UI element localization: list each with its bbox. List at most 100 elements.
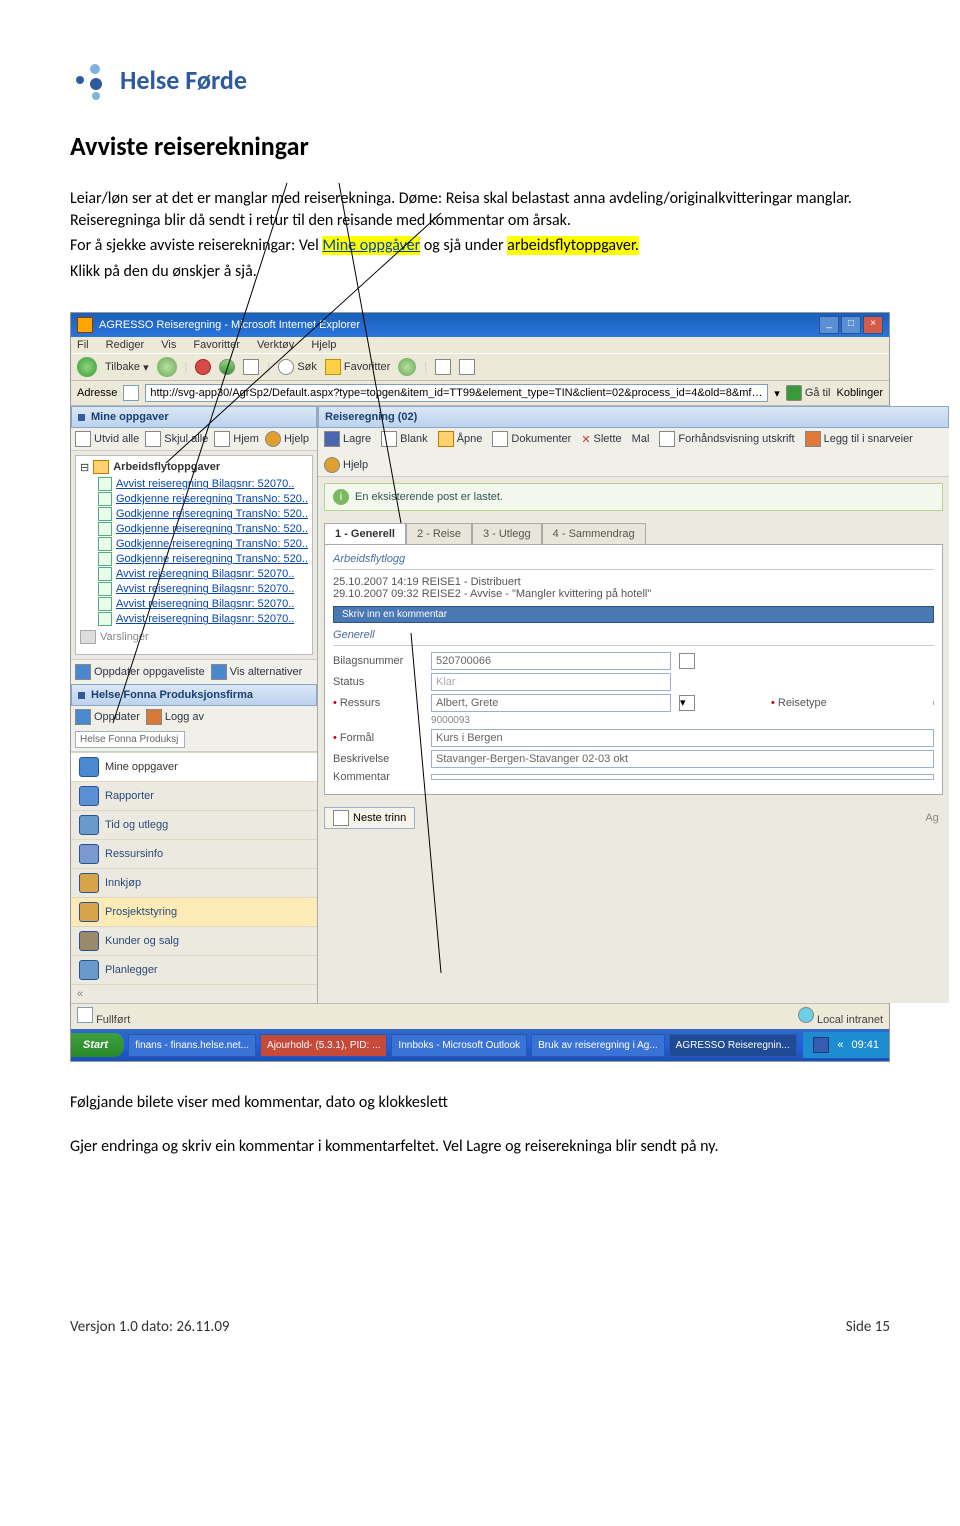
task-item[interactable]: Godkjenne reiseregning TransNo: 520.. bbox=[98, 537, 308, 551]
minimize-button[interactable]: _ bbox=[819, 316, 839, 334]
links-label[interactable]: Koblinger bbox=[837, 387, 883, 399]
go-button[interactable]: Gå til bbox=[786, 385, 831, 401]
back-icon[interactable] bbox=[77, 357, 97, 377]
logo: Helse Førde bbox=[70, 60, 890, 100]
forward-icon[interactable] bbox=[157, 357, 177, 377]
folder-varslinger[interactable]: Varslinger bbox=[80, 630, 308, 644]
skriv-kommentar-button[interactable]: Skriv inn en kommentar bbox=[333, 606, 934, 623]
check-icon bbox=[98, 582, 112, 596]
lookup-icon[interactable] bbox=[679, 653, 695, 669]
search-button[interactable]: Søk bbox=[278, 359, 317, 375]
check-icon bbox=[98, 537, 112, 551]
sidebar-item-innkjop[interactable]: Innkjøp bbox=[71, 868, 317, 897]
tab-generell[interactable]: 1 - Generell bbox=[324, 523, 406, 544]
reiseregning-toolbar: Lagre Blank Åpne Dokumenter ✕Slette Mal … bbox=[318, 428, 949, 477]
task-item[interactable]: Godkjenne reiseregning TransNo: 520.. bbox=[98, 507, 308, 521]
mail-icon[interactable] bbox=[435, 359, 451, 375]
tab-sammendrag[interactable]: 4 - Sammendrag bbox=[542, 523, 646, 544]
print-icon[interactable] bbox=[459, 359, 475, 375]
tab-utlegg[interactable]: 3 - Utlegg bbox=[472, 523, 542, 544]
snarveier-button[interactable]: Legg til i snarveier bbox=[805, 431, 913, 447]
task-item[interactable]: Avvist reiseregning Bilagsnr: 52070.. bbox=[98, 597, 308, 611]
task-item[interactable]: Godkjenne reiseregning TransNo: 520.. bbox=[98, 552, 308, 566]
media-icon[interactable] bbox=[398, 358, 416, 376]
customers-icon bbox=[79, 931, 99, 951]
hjelp-button[interactable]: Hjelp bbox=[265, 431, 309, 447]
stop-icon[interactable] bbox=[195, 359, 211, 375]
task-item[interactable]: Avvist reiseregning Bilagsnr: 52070.. bbox=[98, 477, 308, 491]
mine-oppgaver-header[interactable]: Mine oppgaver bbox=[71, 406, 317, 428]
hjelp-button[interactable]: Hjelp bbox=[324, 457, 368, 473]
oppdater-oppgaveliste-button[interactable]: Oppdater oppgaveliste bbox=[75, 664, 205, 680]
input-reisetype[interactable] bbox=[835, 701, 934, 705]
vis-alternativer-button[interactable]: Vis alternativer bbox=[211, 664, 303, 680]
menu-verktoy[interactable]: Verktøy bbox=[257, 339, 294, 351]
sidebar-item-mine-oppgaver[interactable]: Mine oppgaver bbox=[71, 752, 317, 781]
taskbar-item-active[interactable]: AGRESSO Reiseregnin... bbox=[669, 1034, 797, 1057]
utvid-alle-button[interactable]: Utvid alle bbox=[75, 431, 139, 447]
input-formal[interactable]: Kurs i Bergen bbox=[431, 729, 934, 747]
label-beskrivelse: Beskrivelse bbox=[333, 753, 423, 765]
sidebar-item-rapporter[interactable]: Rapporter bbox=[71, 781, 317, 810]
input-kommentar[interactable] bbox=[431, 774, 934, 780]
taskbar-item[interactable]: Innboks - Microsoft Outlook bbox=[391, 1034, 527, 1057]
blank-button[interactable]: Blank bbox=[381, 431, 428, 447]
page-icon bbox=[123, 385, 139, 401]
dropdown-icon[interactable]: ▾ bbox=[679, 695, 695, 711]
ie-menubar[interactable]: Fil Rediger Vis Favoritter Verktøy Hjelp bbox=[71, 337, 889, 353]
refresh-icon[interactable] bbox=[219, 359, 235, 375]
input-bilagsnummer[interactable]: 520700066 bbox=[431, 652, 671, 670]
tray-icon[interactable] bbox=[813, 1037, 829, 1053]
tab-reise[interactable]: 2 - Reise bbox=[406, 523, 472, 544]
folder-arbeidsflytoppgaver[interactable]: ⊟ Arbeidsflytoppgaver bbox=[80, 460, 308, 474]
sidebar-item-tid-utlegg[interactable]: Tid og utlegg bbox=[71, 810, 317, 839]
menu-favoritter[interactable]: Favoritter bbox=[193, 339, 239, 351]
favorites-button[interactable]: Favoritter bbox=[325, 359, 390, 375]
apne-button[interactable]: Åpne bbox=[438, 431, 483, 447]
task-item[interactable]: Avvist reiseregning Bilagsnr: 52070.. bbox=[98, 612, 308, 626]
menu-hjelp[interactable]: Hjelp bbox=[311, 339, 336, 351]
task-item[interactable]: Avvist reiseregning Bilagsnr: 52070.. bbox=[98, 582, 308, 596]
menu-fil[interactable]: Fil bbox=[77, 339, 89, 351]
slette-button[interactable]: ✕Slette bbox=[581, 433, 621, 446]
menu-vis[interactable]: Vis bbox=[161, 339, 176, 351]
firm-panel-header[interactable]: Helse Fonna Produksjonsfirma bbox=[71, 684, 317, 706]
forhandsvis-button[interactable]: Forhåndsvisning utskrift bbox=[659, 431, 794, 447]
home-icon[interactable] bbox=[243, 359, 259, 375]
sidebar-item-kunder-salg[interactable]: Kunder og salg bbox=[71, 926, 317, 955]
taskbar-item[interactable]: Bruk av reiseregning i Ag... bbox=[531, 1034, 665, 1057]
system-tray[interactable]: « 09:41 bbox=[803, 1032, 889, 1058]
input-ressurs[interactable]: Albert, Grete bbox=[431, 694, 671, 712]
taskbar-item[interactable]: finans - finans.helse.net... bbox=[128, 1034, 256, 1057]
start-button[interactable]: Start bbox=[71, 1033, 124, 1057]
sidebar-item-ressursinfo[interactable]: Ressursinfo bbox=[71, 839, 317, 868]
resource-icon bbox=[79, 844, 99, 864]
task-item[interactable]: Godkjenne reiseregning TransNo: 520.. bbox=[98, 522, 308, 536]
neste-trinn-button[interactable]: Neste trinn bbox=[324, 807, 415, 829]
project-icon bbox=[79, 902, 99, 922]
menu-rediger[interactable]: Rediger bbox=[106, 339, 145, 351]
firm-select[interactable]: Helse Fonna Produksj bbox=[75, 731, 185, 748]
task-item[interactable]: Avvist reiseregning Bilagsnr: 52070.. bbox=[98, 567, 308, 581]
sidebar-item-prosjektstyring[interactable]: Prosjektstyring bbox=[71, 897, 317, 926]
sidebar-collapse[interactable]: « bbox=[71, 984, 317, 1003]
tray-clock: 09:41 bbox=[851, 1039, 879, 1051]
window-controls[interactable]: _ □ × bbox=[819, 316, 883, 334]
logg-av-button[interactable]: Logg av bbox=[146, 709, 204, 725]
input-beskrivelse[interactable]: Stavanger-Bergen-Stavanger 02-03 okt bbox=[431, 750, 934, 768]
lagre-button[interactable]: Lagre bbox=[324, 431, 371, 447]
ie-status-bar: Fullført Local intranet bbox=[71, 1003, 889, 1029]
back-button[interactable]: Tilbake ▾ bbox=[105, 361, 149, 374]
sidebar-item-planlegger[interactable]: Planlegger bbox=[71, 955, 317, 984]
maximize-button[interactable]: □ bbox=[841, 316, 861, 334]
address-input[interactable]: http://svg-app30/AgrSp2/Default.aspx?typ… bbox=[145, 384, 768, 402]
hjem-button[interactable]: Hjem bbox=[214, 431, 259, 447]
help-icon bbox=[265, 431, 281, 447]
oppdater-button[interactable]: Oppdater bbox=[75, 709, 140, 725]
task-item[interactable]: Godkjenne reiseregning TransNo: 520.. bbox=[98, 492, 308, 506]
dokumenter-button[interactable]: Dokumenter bbox=[492, 431, 571, 447]
close-button[interactable]: × bbox=[863, 316, 883, 334]
skjul-alle-button[interactable]: Skjul alle bbox=[145, 431, 208, 447]
mal-button[interactable]: Mal bbox=[632, 433, 650, 445]
taskbar-item[interactable]: Ajourhold- (5.3.1), PID: ... bbox=[260, 1034, 387, 1057]
